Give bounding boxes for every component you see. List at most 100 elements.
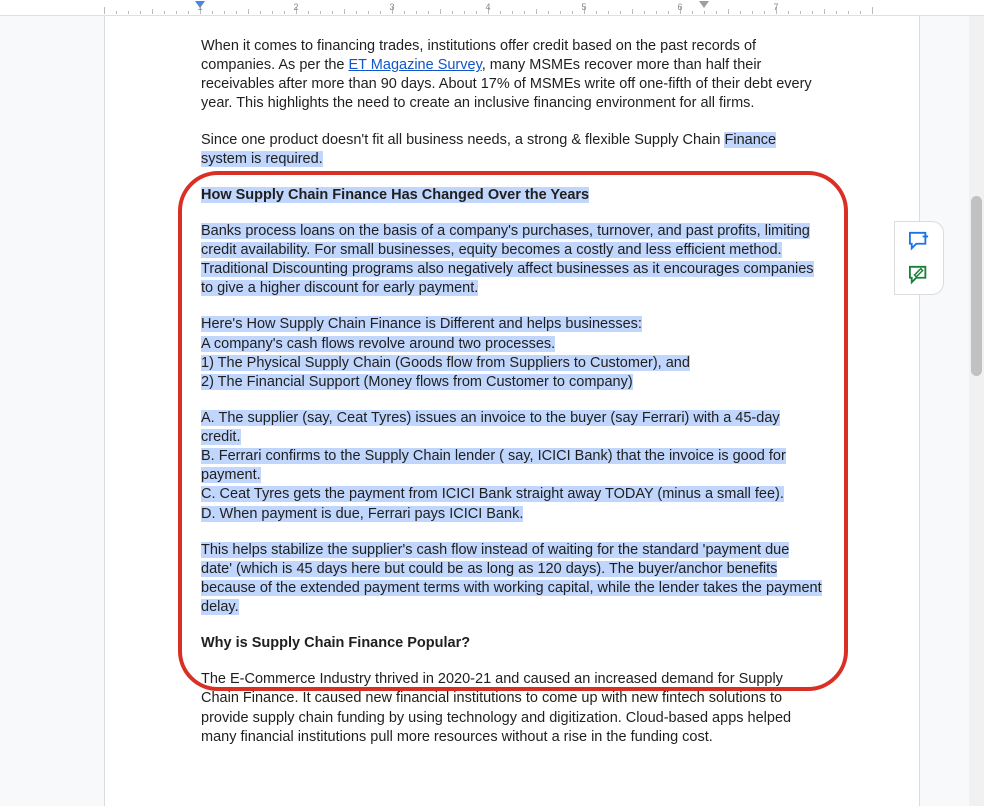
ruler-tick [752,11,753,14]
ruler-tick [212,11,213,14]
ruler-tick [224,11,225,14]
ruler-number: 4 [485,2,490,12]
ruler-tick [560,11,561,14]
body-text: Since one product doesn't fit all busine… [201,132,724,148]
ruler-tick [536,9,537,14]
ruler-tick [128,11,129,14]
selected-text: Here's How Supply Chain Finance is Diffe… [201,316,642,332]
ruler-tick [464,11,465,14]
ruler-tick [500,11,501,14]
ruler-number: 6 [677,2,682,12]
ruler-tick [596,11,597,14]
paragraph-ecommerce: The E-Commerce Industry thrived in 2020-… [201,670,823,747]
scrollbar-thumb[interactable] [971,196,982,376]
ruler-tick [344,9,345,14]
ruler-tick [308,11,309,14]
add-comment-button[interactable] [907,229,931,253]
ruler-tick [764,11,765,14]
horizontal-ruler: 1 2 3 4 5 6 7 [0,0,984,16]
ruler-tick [788,11,789,14]
ruler-tick [692,11,693,14]
ruler-tick [236,11,237,14]
ruler-tick [152,9,153,14]
ruler-tick [512,11,513,14]
add-comment-icon [908,231,930,251]
ruler-number: 3 [389,2,394,12]
ruler-tick [272,11,273,14]
vertical-scrollbar[interactable] [969,16,984,806]
ruler-tick [476,11,477,14]
document-page[interactable]: When it comes to financing trades, insti… [104,16,920,806]
right-margin-marker[interactable] [699,1,709,8]
ruler-tick [800,11,801,14]
ruler-tick [572,11,573,14]
ruler-tick [356,11,357,14]
selected-text: This helps stabilize the supplier's cash… [201,542,822,615]
paragraph-heres: Here's How Supply Chain Finance is Diffe… [201,315,823,334]
ruler-tick [668,11,669,14]
paragraph-cashflows: A company's cash flows revolve around tw… [201,335,823,354]
selected-text: B. Ferrari confirms to the Supply Chain … [201,448,786,483]
ruler-number: 5 [581,2,586,12]
selected-text: A company's cash flows revolve around tw… [201,336,555,352]
selected-text: 2) The Financial Support (Money flows fr… [201,374,633,390]
ruler-tick [164,11,165,14]
ruler-tick [872,7,873,14]
paragraph-stabilize: This helps stabilize the supplier's cash… [201,541,823,618]
ruler-tick [836,11,837,14]
ruler-tick [728,9,729,14]
ruler-number: 7 [773,2,778,12]
paragraph-d: D. When payment is due, Ferrari pays ICI… [201,505,823,524]
et-survey-link[interactable]: ET Magazine Survey [349,57,482,73]
paragraph-physical: 1) The Physical Supply Chain (Goods flow… [201,354,823,373]
ruler-tick [632,9,633,14]
ruler-tick [740,11,741,14]
ruler-tick [104,7,105,14]
ruler-track: 1 2 3 4 5 6 7 [104,0,920,16]
selected-text: 1) The Physical Supply Chain (Goods flow… [201,355,690,371]
selected-text: How Supply Chain Finance Has Changed Ove… [201,187,589,203]
ruler-tick [248,9,249,14]
ruler-tick [440,9,441,14]
ruler-tick [812,11,813,14]
paragraph-c: C. Ceat Tyres gets the payment from ICIC… [201,485,823,504]
ruler-tick [704,11,705,14]
ruler-tick [368,11,369,14]
ruler-tick [548,11,549,14]
ruler-tick [428,11,429,14]
ruler-tick [116,11,117,14]
selected-text: A. The supplier (say, Ceat Tyres) issues… [201,410,780,445]
paragraph-since: Since one product doesn't fit all busine… [201,131,823,169]
paragraph-b: B. Ferrari confirms to the Supply Chain … [201,447,823,485]
ruler-tick [260,11,261,14]
selected-text: Banks process loans on the basis of a co… [201,223,814,296]
ruler-tick [644,11,645,14]
ruler-tick [320,11,321,14]
ruler-tick [404,11,405,14]
paragraph-financing: When it comes to financing trades, insti… [201,37,823,114]
ruler-tick [284,11,285,14]
selected-text: C. Ceat Tyres gets the payment from ICIC… [201,486,784,502]
side-comment-panel [894,221,944,295]
heading-changed: How Supply Chain Finance Has Changed Ove… [201,186,823,205]
suggest-edits-icon [908,265,930,285]
ruler-tick [452,11,453,14]
ruler-tick [176,11,177,14]
suggest-edits-button[interactable] [907,263,931,287]
ruler-tick [656,11,657,14]
ruler-tick [824,9,825,14]
ruler-tick [416,11,417,14]
ruler-number: 2 [293,2,298,12]
selected-text: D. When payment is due, Ferrari pays ICI… [201,506,523,522]
ruler-tick [140,11,141,14]
ruler-tick [608,11,609,14]
document-canvas[interactable]: When it comes to financing trades, insti… [0,16,984,806]
ruler-tick [860,11,861,14]
ruler-tick [188,11,189,14]
ruler-tick [332,11,333,14]
ruler-tick [380,11,381,14]
ruler-number: 1 [197,2,202,12]
ruler-tick [716,11,717,14]
ruler-tick [524,11,525,14]
heading-popular: Why is Supply Chain Finance Popular? [201,634,823,653]
